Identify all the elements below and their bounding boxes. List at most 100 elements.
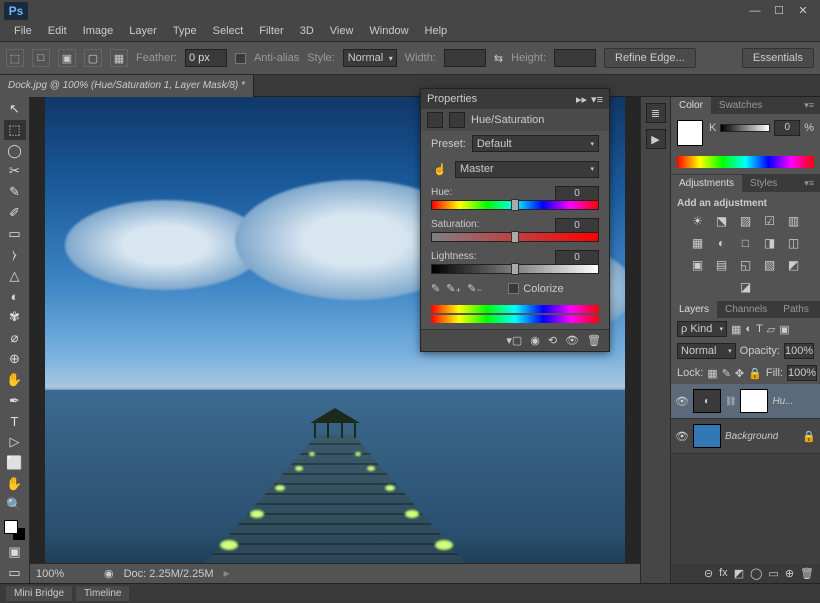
brush-tool[interactable]: ⧽ — [4, 245, 26, 265]
mask-icon[interactable] — [449, 112, 465, 128]
quickmask-toggle[interactable]: ▣ — [4, 542, 26, 562]
adj-vibrance-icon[interactable]: ▥ — [785, 213, 803, 229]
properties-panel-header[interactable]: Properties ▸▸▾≡ — [421, 89, 609, 109]
refine-edge-button[interactable]: Refine Edge... — [604, 48, 696, 68]
menu-filter[interactable]: Filter — [251, 25, 291, 37]
visibility-toggle[interactable]: 👁 — [675, 430, 689, 443]
adj-colorbalance-icon[interactable]: ◐ — [713, 235, 731, 251]
zoom-tool[interactable]: 🔍 — [4, 495, 26, 515]
document-tab[interactable]: Dock.jpg @ 100% (Hue/Saturation 1, Layer… — [0, 75, 254, 97]
channel-dropdown[interactable]: Master — [455, 161, 599, 178]
adj-bw-icon[interactable]: □ — [737, 235, 755, 251]
filter-pixel-icon[interactable]: ▦ — [731, 323, 741, 336]
lock-position-icon[interactable]: ✥ — [735, 367, 744, 380]
eyedropper-icon[interactable]: ✎ — [431, 282, 440, 295]
layer-row-hue-saturation[interactable]: 👁 ◐ ⛓ Hu... — [671, 384, 820, 419]
adj-photofilter-icon[interactable]: ◨ — [761, 235, 779, 251]
blur-tool[interactable]: ⊕ — [4, 349, 26, 369]
styles-tab[interactable]: Styles — [742, 175, 785, 192]
timeline-tab[interactable]: Timeline — [76, 586, 129, 601]
type-tool[interactable]: T — [4, 411, 26, 431]
zoom-level[interactable]: 100% — [36, 568, 94, 580]
adj-levels-icon[interactable]: ⬔ — [713, 213, 731, 229]
history-panel-icon[interactable]: ≣ — [646, 103, 666, 123]
color-value-input[interactable]: 0 — [774, 120, 800, 136]
adj-channelmixer-icon[interactable]: ◫ — [785, 235, 803, 251]
workspace-switcher[interactable]: Essentials — [742, 48, 814, 68]
saturation-slider[interactable] — [431, 232, 599, 242]
layers-tab[interactable]: Layers — [671, 301, 717, 318]
stamp-tool[interactable]: △ — [4, 266, 26, 286]
adj-gradientmap-icon[interactable]: ◩ — [785, 257, 803, 273]
adj-selectivecolor-icon[interactable]: ◪ — [737, 279, 755, 295]
layer-filter-dropdown[interactable]: ρ Kind — [677, 321, 727, 337]
foreground-color-swatch[interactable] — [4, 520, 18, 534]
close-button[interactable]: ✕ — [796, 4, 810, 18]
actions-panel-icon[interactable]: ▶ — [646, 129, 666, 149]
filter-adj-icon[interactable]: ◐ — [745, 323, 752, 335]
collapse-icon[interactable]: ▸▸ — [576, 93, 587, 106]
opacity-input[interactable]: 100% — [784, 343, 814, 359]
quick-select-tool[interactable]: ✂ — [4, 161, 26, 181]
lasso-tool[interactable]: ◯ — [4, 141, 26, 161]
preset-dropdown[interactable]: Default — [472, 135, 599, 152]
lock-transparency-icon[interactable]: ▦ — [707, 367, 717, 380]
eraser-tool[interactable]: ✾ — [4, 307, 26, 327]
color-tab[interactable]: Color — [671, 97, 711, 114]
grayscale-slider[interactable] — [720, 124, 770, 132]
hue-slider[interactable] — [431, 200, 599, 210]
adj-invert-icon[interactable]: ▤ — [713, 257, 731, 273]
menu-select[interactable]: Select — [205, 25, 252, 37]
adj-threshold-icon[interactable]: ▧ — [761, 257, 779, 273]
marquee-tool[interactable]: ⬚ — [4, 120, 26, 140]
layer-row-background[interactable]: 👁 Background 🔒 — [671, 419, 820, 454]
layer-name[interactable]: Background — [725, 431, 778, 442]
channels-tab[interactable]: Channels — [717, 301, 775, 318]
group-icon[interactable]: ▭ — [768, 567, 778, 580]
maximize-button[interactable]: ☐ — [772, 4, 786, 18]
menu-file[interactable]: File — [6, 25, 40, 37]
view-previous-icon[interactable]: ◉ — [530, 334, 540, 347]
selection-mode-add[interactable]: ▣ — [58, 49, 76, 67]
filter-type-icon[interactable]: T — [756, 323, 763, 335]
pen-tool[interactable]: ✒ — [4, 391, 26, 411]
selection-mode-subtract[interactable]: ▢ — [84, 49, 102, 67]
minimize-button[interactable]: — — [748, 4, 762, 18]
menu-help[interactable]: Help — [417, 25, 456, 37]
lock-all-icon[interactable]: 🔒 — [748, 367, 762, 380]
crop-tool[interactable]: ✎ — [4, 182, 26, 202]
menu-view[interactable]: View — [322, 25, 362, 37]
history-brush-tool[interactable]: ◐ — [4, 286, 26, 306]
adjustment-layer-icon[interactable]: ◯ — [750, 567, 762, 580]
adj-colorlookup-icon[interactable]: ▣ — [689, 257, 707, 273]
screenmode-toggle[interactable]: ▭ — [4, 563, 26, 583]
selection-mode-intersect[interactable]: ▦ — [110, 49, 128, 67]
mask-thumb[interactable] — [740, 389, 768, 413]
status-icon[interactable]: ◉ — [104, 567, 114, 580]
adj-hue-icon[interactable]: ▦ — [689, 235, 707, 251]
clip-to-layer-icon[interactable]: ▾▢ — [506, 334, 522, 347]
visibility-toggle[interactable]: 👁 — [675, 395, 689, 408]
link-icon[interactable]: ⛓ — [725, 396, 736, 407]
lock-pixels-icon[interactable]: ✎ — [722, 367, 731, 380]
fx-icon[interactable]: fx — [719, 567, 728, 580]
dodge-tool[interactable]: ✋ — [4, 370, 26, 390]
path-select-tool[interactable]: ▷ — [4, 432, 26, 452]
mini-bridge-tab[interactable]: Mini Bridge — [6, 586, 72, 601]
delete-adjustment-icon[interactable]: 🗑 — [587, 334, 601, 347]
width-input[interactable] — [444, 49, 486, 67]
filter-smart-icon[interactable]: ▣ — [779, 323, 789, 336]
lightness-slider[interactable] — [431, 264, 599, 274]
delete-layer-icon[interactable]: 🗑 — [800, 567, 814, 580]
link-wh-icon[interactable]: ⇆ — [494, 52, 503, 65]
adj-exposure-icon[interactable]: ☑ — [761, 213, 779, 229]
color-range-bars[interactable] — [431, 305, 599, 323]
color-spectrum[interactable] — [677, 156, 814, 168]
color-panel-menu[interactable]: ▾≡ — [798, 100, 820, 111]
adjustment-icon[interactable] — [427, 112, 443, 128]
healing-tool[interactable]: ▭ — [4, 224, 26, 244]
gradient-tool[interactable]: ⌀ — [4, 328, 26, 348]
link-layers-icon[interactable]: ⊝ — [704, 567, 713, 580]
swatches-tab[interactable]: Swatches — [711, 97, 770, 114]
shape-tool[interactable]: ⬜ — [4, 453, 26, 473]
